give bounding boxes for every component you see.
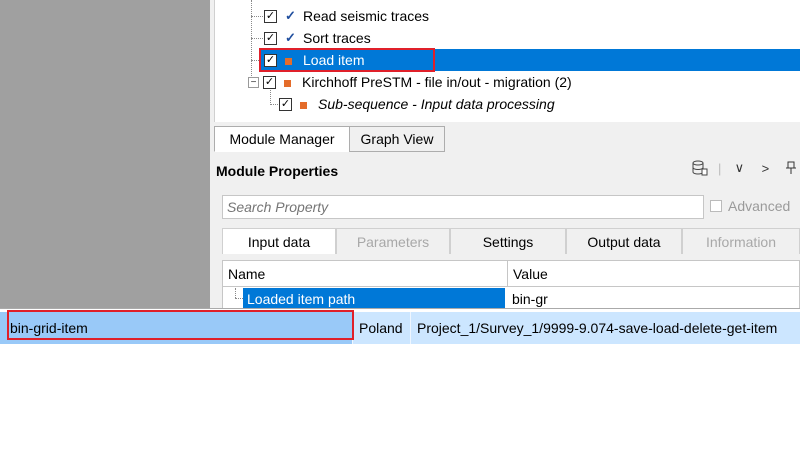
advanced-checkbox[interactable] (710, 200, 722, 212)
checkbox[interactable]: ✓ (264, 9, 277, 23)
database-icon[interactable] (692, 160, 708, 176)
tree-item-read-seismic-traces[interactable]: ✓ ✓ Read seismic traces (264, 5, 429, 27)
column-header-name[interactable]: Name (223, 261, 508, 286)
property-tabs: Input data Parameters Settings Output da… (222, 228, 800, 254)
highlight-box (259, 48, 435, 72)
tab-output-data[interactable]: Output data (566, 228, 682, 254)
advanced-label: Advanced (728, 198, 791, 214)
search-property-input[interactable] (222, 195, 704, 219)
tree-item-kirchhoff-prestm[interactable]: − ✓ Kirchhoff PreSTM - file in/out - mig… (248, 71, 572, 93)
tree-item-label: Kirchhoff PreSTM - file in/out - migrati… (302, 74, 572, 90)
tree-item-label: Sub-sequence - Input data processing (318, 96, 555, 112)
tab-parameters[interactable]: Parameters (336, 228, 450, 254)
checkbox[interactable]: ✓ (279, 97, 292, 111)
tab-module-manager[interactable]: Module Manager (214, 126, 350, 152)
properties-toolbar: | ∨ > (692, 160, 800, 176)
module-properties-title: Module Properties (216, 163, 339, 179)
check-icon: ✓ (285, 30, 296, 45)
chevron-down-icon[interactable]: ∨ (731, 160, 747, 176)
chevron-right-icon[interactable]: > (757, 160, 773, 176)
tree-item-sort-traces[interactable]: ✓ ✓ Sort traces (264, 27, 371, 49)
tree-guide-line (235, 288, 236, 298)
tab-information[interactable]: Information (682, 228, 800, 254)
check-icon: ✓ (285, 8, 296, 23)
tree-guide-line (251, 38, 263, 39)
collapse-icon[interactable]: − (248, 76, 259, 88)
property-value[interactable]: bin-gr (508, 288, 799, 309)
column-header-value[interactable]: Value (508, 261, 799, 286)
tree-item-label: Sort traces (303, 30, 371, 46)
tab-input-data[interactable]: Input data (222, 228, 336, 254)
left-gray-area (0, 0, 210, 308)
tree-guide-line (235, 298, 243, 299)
tree-item-sub-sequence[interactable]: ✓ Sub-sequence - Input data processing (279, 93, 555, 115)
grid-header: Name Value (223, 261, 799, 287)
separator: | (718, 160, 722, 176)
item-location[interactable]: Poland (352, 312, 410, 344)
table-row[interactable]: Loaded item path bin-gr (223, 288, 799, 309)
tab-graph-view[interactable]: Graph View (349, 126, 445, 152)
view-tabs: Module Manager Graph View (214, 126, 445, 154)
tree-guide-line (251, 16, 263, 17)
checkbox[interactable]: ✓ (263, 75, 276, 89)
advanced-toggle[interactable]: Advanced (710, 198, 790, 214)
highlight-box (7, 310, 354, 340)
item-path[interactable]: Project_1/Survey_1/9999-9.074-save-load-… (410, 312, 800, 344)
property-name[interactable]: Loaded item path (243, 288, 505, 309)
tab-settings[interactable]: Settings (450, 228, 566, 254)
tree-item-label: Read seismic traces (303, 8, 430, 24)
pin-icon[interactable] (783, 160, 799, 176)
checkbox[interactable]: ✓ (264, 31, 277, 45)
module-square-icon (284, 75, 294, 90)
property-grid: Name Value Loaded item path bin-gr (222, 260, 800, 309)
module-square-icon (300, 97, 310, 112)
